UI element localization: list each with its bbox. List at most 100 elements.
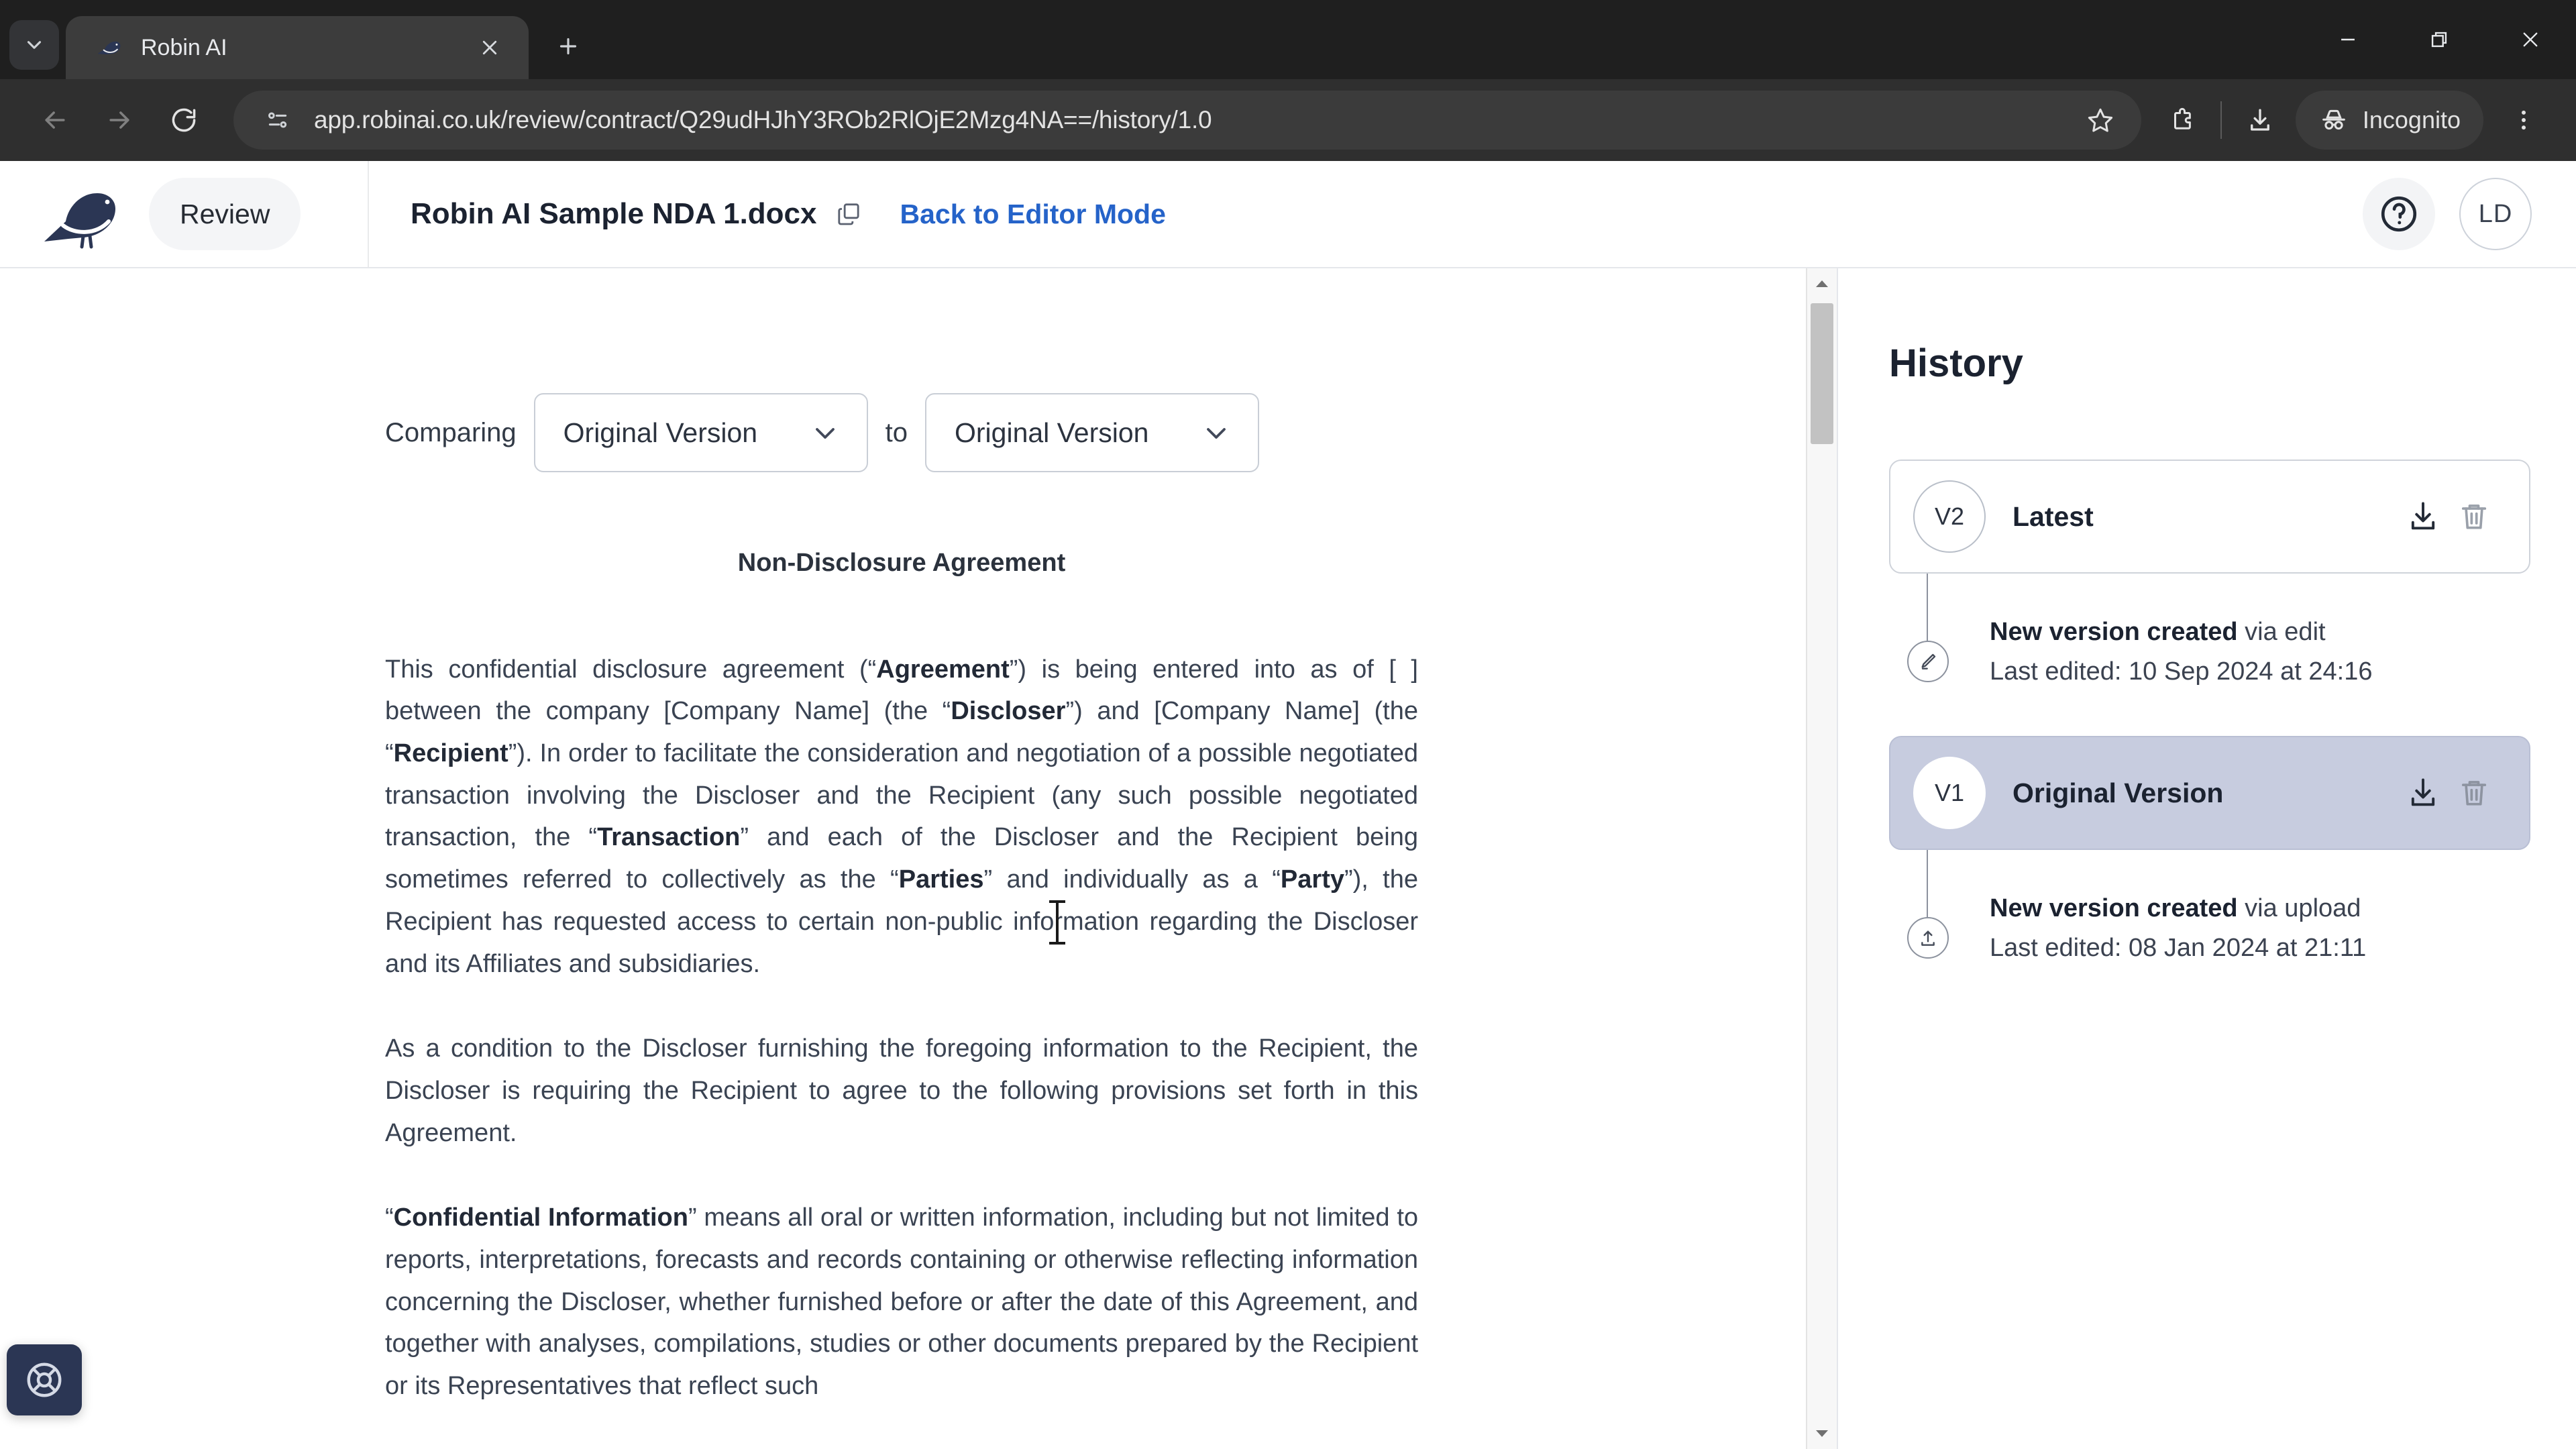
compare-joiner: to (885, 417, 908, 447)
incognito-icon (2322, 109, 2345, 130)
mode-pill-review[interactable]: Review (149, 178, 301, 250)
version-event-bold: New version created (1990, 618, 2238, 646)
version-delete-button[interactable] (2449, 767, 2500, 818)
reload-icon (172, 108, 196, 132)
timeline-connector (1927, 574, 1928, 646)
scroll-down-button[interactable] (1807, 1418, 1837, 1449)
pencil-icon (1921, 653, 1936, 669)
upload-icon (1921, 930, 1935, 946)
minimize-icon (2341, 38, 2355, 41)
puzzle-icon (2174, 107, 2191, 129)
compare-left-version-value: Original Version (563, 417, 758, 448)
scroll-up-button[interactable] (1807, 268, 1837, 299)
help-circle-icon (2381, 196, 2417, 232)
back-button[interactable] (23, 88, 87, 152)
browser-menu-button[interactable] (2494, 91, 2553, 150)
version-card-v1[interactable]: V1 Original Version (1889, 736, 2530, 850)
kebab-menu-icon (2521, 110, 2526, 130)
tab-title: Robin AI (141, 34, 227, 60)
document-paragraph: As a condition to the Discloser furnishi… (385, 1034, 1418, 1147)
download-icon (2411, 778, 2435, 806)
document-paragraph: This confidential disclosure agreement (… (385, 655, 1419, 978)
version-event-icon-wrap (1907, 917, 1949, 959)
downloads-button[interactable] (2234, 94, 2286, 146)
compare-right-version-value: Original Version (955, 417, 1149, 448)
new-tab-button[interactable] (543, 21, 593, 71)
browser-tab-robin-ai[interactable]: Robin AI (66, 16, 529, 79)
window-controls (2302, 0, 2576, 79)
window-minimize-button[interactable] (2302, 0, 2394, 79)
scroll-down-arrow-icon (1816, 1430, 1828, 1437)
page-title: Robin AI Sample NDA 1.docx (411, 197, 817, 230)
version-event-line: New version created via edit (1990, 618, 2530, 647)
star-icon (2088, 108, 2113, 132)
compare-right-version-select[interactable]: Original Version (925, 393, 1260, 472)
timeline-connector (1927, 850, 1928, 922)
version-name: Latest (2012, 500, 2094, 532)
version-delete-button[interactable] (2449, 491, 2500, 542)
compare-left-version-select[interactable]: Original Version (533, 393, 868, 472)
chevron-down-icon (815, 428, 835, 439)
scroll-up-arrow-icon (1816, 280, 1828, 287)
avatar[interactable]: LD (2459, 178, 2532, 250)
version-block-v1: V1 Original Version New version created … (1889, 736, 2530, 963)
incognito-indicator[interactable]: Incognito (2295, 91, 2483, 150)
version-name: Original Version (2012, 777, 2224, 808)
plus-icon (559, 38, 577, 55)
close-icon (2523, 32, 2538, 47)
forward-button[interactable] (87, 88, 152, 152)
version-last-edited: Last edited: 08 Jan 2024 at 21:11 (1990, 934, 2367, 962)
version-event-bold: New version created (1990, 894, 2238, 922)
lifebuoy-icon (27, 1362, 62, 1397)
support-widget-button[interactable] (7, 1344, 82, 1415)
document-paragraph: “Confidential Information” means all ora… (385, 1203, 1419, 1400)
extensions-button[interactable] (2156, 94, 2208, 146)
site-info-button[interactable] (256, 99, 299, 142)
document-heading: Non-Disclosure Agreement (737, 549, 1066, 577)
bookmark-button[interactable] (2074, 94, 2127, 146)
history-panel: History V2 Latest New version created vi… (1838, 268, 2576, 1449)
scrollbar-thumb[interactable] (1811, 303, 1833, 444)
document-scrollbar[interactable] (1806, 268, 1837, 1449)
url-text: app.robinai.co.uk/review/contract/Q29udH… (314, 106, 1212, 133)
chevron-down-icon (27, 41, 42, 49)
version-block-v2: V2 Latest New version created via edit L… (1889, 460, 2530, 686)
back-to-editor-mode-link[interactable]: Back to Editor Mode (900, 199, 1166, 230)
window-close-button[interactable] (2485, 0, 2576, 79)
document-sheet[interactable]: Non-Disclosure Agreement This confidenti… (385, 472, 1418, 1407)
version-meta-v1: New version created via upload Last edit… (1889, 850, 2530, 963)
toolbar-divider (2220, 101, 2222, 139)
app-body: Comparing Original Version to Original V… (0, 268, 2576, 1449)
trash-icon (2461, 781, 2487, 806)
brand-zone: Review (0, 161, 369, 267)
window-maximize-button[interactable] (2394, 0, 2485, 79)
version-meta-text: New version created via upload Last edit… (1990, 850, 2530, 963)
version-card-v2[interactable]: V2 Latest (1889, 460, 2530, 574)
tab-close-button[interactable] (471, 29, 508, 66)
version-meta-v2: New version created via edit Last edited… (1889, 574, 2530, 686)
copy-title-button[interactable] (828, 193, 869, 235)
compare-label: Comparing (385, 417, 517, 447)
version-download-button[interactable] (2398, 767, 2449, 818)
version-event-rest: via upload (2237, 894, 2361, 922)
trash-icon (2461, 504, 2487, 529)
copy-icon (837, 203, 859, 225)
scrollbar-track[interactable] (1807, 299, 1837, 1418)
incognito-label: Incognito (2362, 106, 2461, 133)
arrow-left-icon (45, 111, 65, 129)
address-bar[interactable]: app.robinai.co.uk/review/contract/Q29udH… (233, 91, 2141, 150)
restore-icon (2431, 32, 2447, 48)
help-button[interactable] (2363, 178, 2435, 250)
tab-strip: Robin AI (0, 0, 2576, 79)
close-icon (482, 40, 497, 55)
robin-ai-bird-logo (44, 193, 115, 249)
version-download-button[interactable] (2398, 491, 2449, 542)
version-badge-label: V1 (1934, 779, 1965, 806)
download-icon (2411, 502, 2435, 530)
tab-search-button[interactable] (9, 20, 59, 70)
document-pane: Comparing Original Version to Original V… (0, 268, 1838, 1449)
version-meta-text: New version created via edit Last edited… (1990, 574, 2530, 686)
reload-button[interactable] (152, 88, 216, 152)
arrow-right-icon (109, 111, 129, 129)
version-block-gap (1889, 686, 2530, 736)
